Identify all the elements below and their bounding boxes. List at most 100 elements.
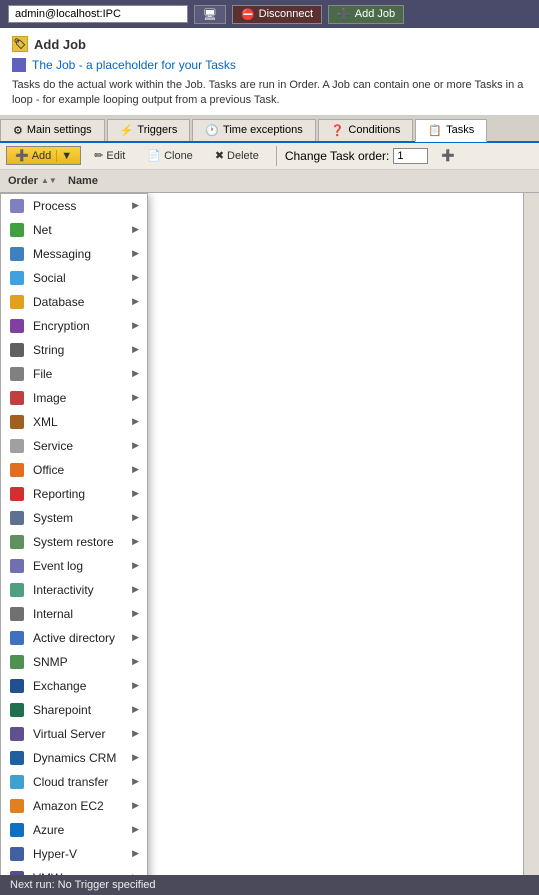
dropdown-menu: Process ▶ Net ▶ Messaging ▶ Social ▶ Dat…: [0, 193, 148, 875]
table-header: Order ▲▼ Name: [0, 170, 539, 193]
internal-icon: [9, 606, 25, 622]
menu-item-file[interactable]: File ▶: [1, 362, 147, 386]
menu-item-encryption[interactable]: Encryption ▶: [1, 314, 147, 338]
delete-button[interactable]: ✖ Delete: [206, 146, 268, 165]
disconnect-button[interactable]: ⛔ Disconnect: [232, 5, 322, 24]
menu-item-label-event-log: Event log: [33, 559, 124, 573]
menu-item-interactivity[interactable]: Interactivity ▶: [1, 578, 147, 602]
monitor-icon-btn[interactable]: 🖥: [194, 5, 226, 24]
connection-input[interactable]: [8, 5, 188, 23]
snmp-icon: [9, 654, 25, 670]
menu-item-arrow-encryption: ▶: [132, 320, 139, 331]
office-icon: [9, 462, 25, 478]
clone-button[interactable]: 📄 Clone: [138, 146, 201, 165]
menu-item-exchange[interactable]: Exchange ▶: [1, 674, 147, 698]
menu-item-string[interactable]: String ▶: [1, 338, 147, 362]
amazon-ec2-icon: [9, 798, 25, 814]
menu-item-reporting[interactable]: Reporting ▶: [1, 482, 147, 506]
menu-item-label-xml: XML: [33, 415, 124, 429]
tab-main-settings[interactable]: ⚙ Main settings: [0, 119, 105, 141]
status-bar: Next run: No Trigger specified: [0, 875, 539, 895]
tab-triggers[interactable]: ⚡ Triggers: [107, 119, 191, 141]
edit-button[interactable]: ✏ Edit: [85, 146, 134, 165]
menu-item-dynamics-crm[interactable]: Dynamics CRM ▶: [1, 746, 147, 770]
tasks-icon: 📋: [428, 124, 442, 137]
menu-item-cloud-transfer[interactable]: Cloud transfer ▶: [1, 770, 147, 794]
placeholder-icon: [12, 58, 26, 72]
add-job-title: 🏷 Add Job: [12, 36, 527, 52]
service-icon: [9, 438, 25, 454]
menu-item-social[interactable]: Social ▶: [1, 266, 147, 290]
menu-item-image[interactable]: Image ▶: [1, 386, 147, 410]
main-window: 🏷 Add Job The Job - a placeholder for yo…: [0, 28, 539, 895]
sharepoint-icon: [9, 702, 25, 718]
menu-item-arrow-interactivity: ▶: [132, 584, 139, 595]
add-dropdown-arrow[interactable]: ▼: [56, 150, 72, 162]
tab-conditions[interactable]: ❓ Conditions: [318, 119, 414, 141]
disconnect-icon: ⛔: [241, 8, 255, 21]
menu-item-internal[interactable]: Internal ▶: [1, 602, 147, 626]
exchange-icon: [9, 678, 25, 694]
menu-item-sharepoint[interactable]: Sharepoint ▶: [1, 698, 147, 722]
add-button[interactable]: ➕ Add ▼: [6, 146, 81, 165]
menu-item-virtual-server[interactable]: Virtual Server ▶: [1, 722, 147, 746]
menu-item-arrow-xml: ▶: [132, 416, 139, 427]
menu-item-arrow-cloud-transfer: ▶: [132, 776, 139, 787]
add-job-header: 🏷 Add Job The Job - a placeholder for yo…: [0, 28, 539, 116]
azure-icon: [9, 822, 25, 838]
menu-item-service[interactable]: Service ▶: [1, 434, 147, 458]
menu-item-arrow-internal: ▶: [132, 608, 139, 619]
vmware-icon: [9, 870, 25, 875]
menu-item-label-messaging: Messaging: [33, 247, 124, 261]
menu-item-azure[interactable]: Azure ▶: [1, 818, 147, 842]
menu-item-label-virtual-server: Virtual Server: [33, 727, 124, 741]
menu-item-net[interactable]: Net ▶: [1, 218, 147, 242]
task-order-input[interactable]: [393, 148, 428, 164]
menu-item-hyper-v[interactable]: Hyper-V ▶: [1, 842, 147, 866]
menu-item-label-service: Service: [33, 439, 124, 453]
menu-item-label-sharepoint: Sharepoint: [33, 703, 124, 717]
menu-item-database[interactable]: Database ▶: [1, 290, 147, 314]
menu-item-arrow-system: ▶: [132, 512, 139, 523]
menu-item-arrow-string: ▶: [132, 344, 139, 355]
tab-time-exceptions[interactable]: 🕐 Time exceptions: [192, 119, 315, 141]
messaging-icon: [9, 246, 25, 262]
next-run-label: Next run: No Trigger specified: [10, 879, 156, 891]
active-directory-icon: [9, 630, 25, 646]
menu-item-arrow-net: ▶: [132, 224, 139, 235]
menu-item-process[interactable]: Process ▶: [1, 194, 147, 218]
menu-item-arrow-event-log: ▶: [132, 560, 139, 571]
menu-item-snmp[interactable]: SNMP ▶: [1, 650, 147, 674]
menu-item-amazon-ec2[interactable]: Amazon EC2 ▶: [1, 794, 147, 818]
menu-item-messaging[interactable]: Messaging ▶: [1, 242, 147, 266]
menu-item-label-system: System: [33, 511, 124, 525]
reporting-icon: [9, 486, 25, 502]
main-settings-icon: ⚙: [13, 124, 23, 137]
menu-item-xml[interactable]: XML ▶: [1, 410, 147, 434]
menu-item-arrow-file: ▶: [132, 368, 139, 379]
string-icon: [9, 342, 25, 358]
database-icon: [9, 294, 25, 310]
menu-item-arrow-amazon-ec2: ▶: [132, 800, 139, 811]
menu-item-event-log[interactable]: Event log ▶: [1, 554, 147, 578]
add-task-icon-button[interactable]: ➕: [432, 146, 464, 165]
menu-item-vmware[interactable]: VMWare ▶: [1, 866, 147, 875]
menu-item-label-amazon-ec2: Amazon EC2: [33, 799, 124, 813]
menu-item-arrow-exchange: ▶: [132, 680, 139, 691]
scroll-indicator[interactable]: [523, 193, 539, 875]
menu-item-label-file: File: [33, 367, 124, 381]
menu-item-arrow-image: ▶: [132, 392, 139, 403]
menu-item-system[interactable]: System ▶: [1, 506, 147, 530]
clone-icon: 📄: [147, 149, 161, 162]
virtual-server-icon: [9, 726, 25, 742]
menu-item-system-restore[interactable]: System restore ▶: [1, 530, 147, 554]
menu-item-arrow-process: ▶: [132, 200, 139, 211]
menu-item-office[interactable]: Office ▶: [1, 458, 147, 482]
add-job-button[interactable]: ➕ Add Job: [328, 5, 404, 24]
job-icon: 🏷: [12, 36, 28, 52]
menu-item-active-directory[interactable]: Active directory ▶: [1, 626, 147, 650]
add-job-icon: ➕: [337, 8, 351, 21]
tab-tasks[interactable]: 📋 Tasks: [415, 119, 487, 142]
menu-item-label-reporting: Reporting: [33, 487, 124, 501]
menu-item-arrow-office: ▶: [132, 464, 139, 475]
